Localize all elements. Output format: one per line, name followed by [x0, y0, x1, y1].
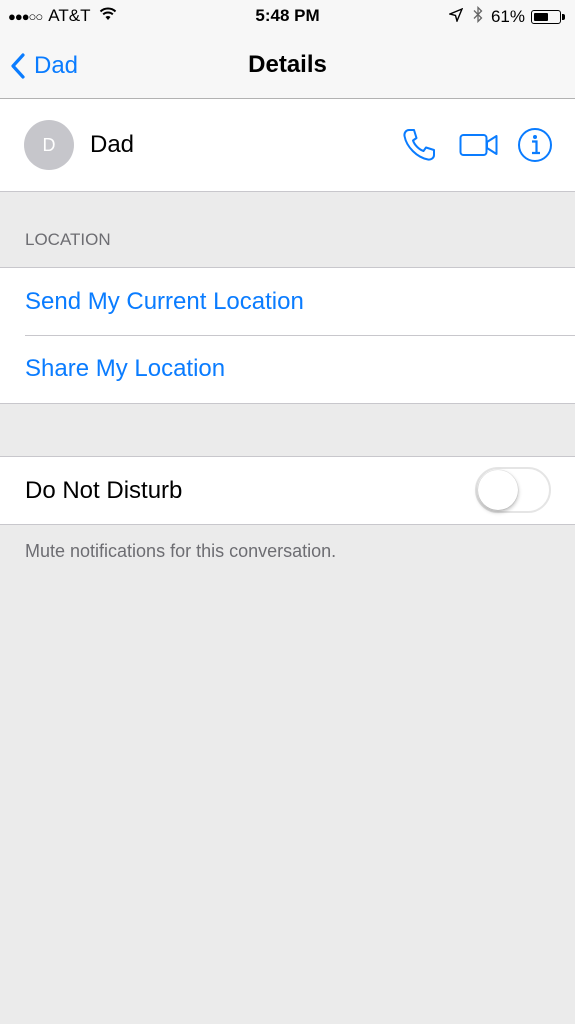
do-not-disturb-group: Do Not Disturb	[0, 456, 575, 525]
call-button[interactable]	[399, 127, 439, 163]
location-group: Send My Current Location Share My Locati…	[0, 267, 575, 404]
do-not-disturb-footnote: Mute notifications for this conversation…	[25, 541, 337, 561]
do-not-disturb-label: Do Not Disturb	[25, 477, 183, 504]
contact-actions	[399, 127, 553, 163]
do-not-disturb-toggle[interactable]	[475, 467, 551, 513]
battery-tip	[562, 14, 565, 20]
video-camera-icon	[459, 134, 498, 156]
battery-icon	[531, 10, 561, 24]
contact-row: D Dad	[0, 99, 575, 192]
share-my-location-button[interactable]: Share My Location	[0, 335, 575, 402]
location-section-header: LOCATION	[25, 230, 111, 249]
location-arrow-icon	[447, 7, 464, 27]
bluetooth-icon	[473, 5, 483, 28]
battery-level	[534, 13, 548, 21]
send-current-location-label: Send My Current Location	[25, 287, 304, 315]
info-icon	[518, 128, 552, 162]
facetime-button[interactable]	[457, 127, 501, 163]
share-my-location-label: Share My Location	[25, 354, 226, 382]
send-current-location-button[interactable]: Send My Current Location	[0, 268, 575, 335]
status-right: 61%	[447, 5, 565, 28]
navigation-bar: Dad Details	[0, 34, 575, 99]
avatar[interactable]: D	[24, 120, 74, 170]
status-bar: ●●●○○ AT&T 5:48 PM 61%	[0, 0, 575, 34]
toggle-knob	[478, 470, 518, 510]
info-button[interactable]	[517, 127, 553, 163]
page-title: Details	[248, 51, 327, 78]
phone-icon	[403, 129, 435, 161]
battery-percent: 61%	[490, 7, 525, 26]
contact-name: Dad	[90, 131, 135, 158]
